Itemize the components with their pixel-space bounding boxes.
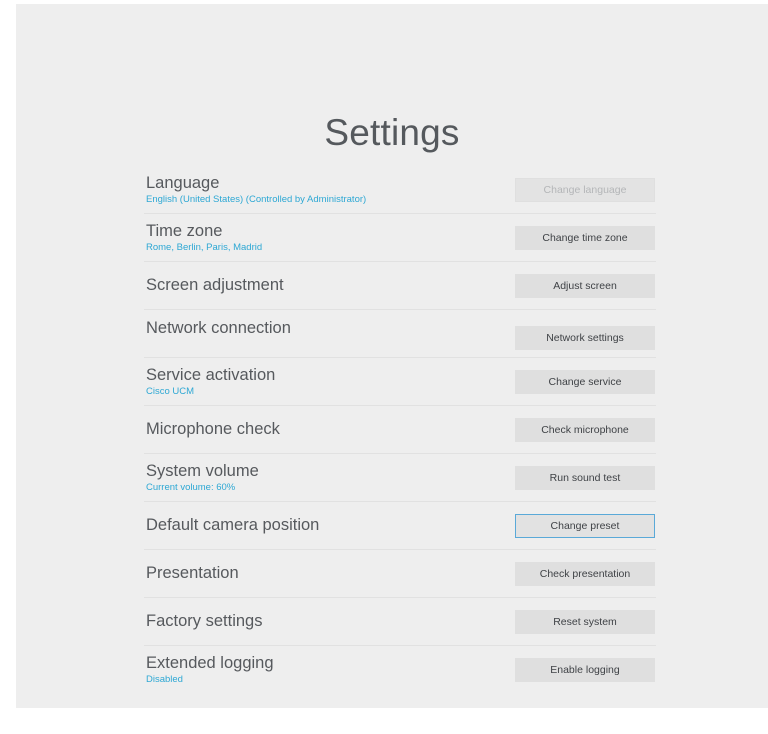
setting-label: Factory settings	[146, 612, 263, 630]
setting-label: Microphone check	[146, 420, 280, 438]
check-microphone-button[interactable]: Check microphone	[515, 417, 655, 442]
enable-logging-button[interactable]: Enable logging	[515, 658, 655, 682]
setting-row-microphone-check: Microphone check Check microphone	[144, 406, 656, 454]
setting-row-time-zone: Time zone Rome, Berlin, Paris, Madrid Ch…	[144, 214, 656, 262]
setting-value: Rome, Berlin, Paris, Madrid	[146, 241, 263, 253]
setting-label: Default camera position	[146, 516, 320, 534]
setting-label-group: Time zone Rome, Berlin, Paris, Madrid	[146, 214, 262, 261]
setting-value: Cisco UCM	[146, 385, 195, 397]
setting-label: Screen adjustment	[146, 276, 284, 294]
setting-value: English (United States) (Controlled by A…	[146, 193, 367, 205]
setting-row-presentation: Presentation Check presentation	[144, 550, 656, 598]
setting-label-group: Extended logging Disabled	[146, 646, 274, 694]
setting-label-group: Factory settings	[146, 598, 262, 645]
settings-panel: Settings Language English (United States…	[16, 4, 768, 708]
setting-row-factory-settings: Factory settings Reset system	[144, 598, 656, 646]
setting-row-network-connection: Network connection Network settings	[144, 310, 656, 358]
setting-label: Presentation	[146, 564, 239, 582]
setting-label: Extended logging	[146, 654, 274, 672]
setting-label-group: Default camera position	[146, 502, 319, 549]
setting-value: Disabled	[146, 674, 183, 685]
setting-row-service-activation: Service activation Cisco UCM Change serv…	[144, 358, 656, 406]
setting-label-group: Service activation Cisco UCM	[146, 358, 275, 405]
change-time-zone-button[interactable]: Change time zone	[515, 225, 655, 250]
setting-label-group: Language English (United States) (Contro…	[146, 166, 366, 213]
setting-label-group: Screen adjustment	[146, 262, 284, 309]
setting-label-group: Microphone check	[146, 406, 280, 453]
setting-row-default-camera-position: Default camera position Change preset	[144, 502, 656, 550]
setting-row-system-volume: System volume Current volume: 60% Run so…	[144, 454, 656, 502]
setting-label: Language	[146, 173, 220, 192]
setting-label-group: Presentation	[146, 550, 239, 597]
check-presentation-button[interactable]: Check presentation	[515, 561, 655, 586]
setting-label: System volume	[146, 461, 259, 480]
setting-row-screen-adjustment: Screen adjustment Adjust screen	[144, 262, 656, 310]
setting-label: Time zone	[146, 221, 223, 240]
page-title: Settings	[324, 112, 460, 153]
setting-label: Service activation	[146, 365, 276, 384]
change-language-button[interactable]: Change language	[515, 177, 655, 202]
change-service-button[interactable]: Change service	[515, 369, 655, 394]
setting-value: Current volume: 60%	[146, 481, 236, 493]
network-settings-button[interactable]: Network settings	[515, 326, 655, 351]
setting-label-group: Network connection	[146, 310, 291, 357]
setting-row-language: Language English (United States) (Contro…	[144, 166, 656, 214]
settings-list: Language English (United States) (Contro…	[144, 166, 656, 694]
run-sound-test-button[interactable]: Run sound test	[515, 465, 655, 490]
adjust-screen-button[interactable]: Adjust screen	[515, 273, 655, 298]
setting-label-group: System volume Current volume: 60%	[146, 454, 259, 501]
reset-system-button[interactable]: Reset system	[515, 609, 655, 634]
setting-row-extended-logging: Extended logging Disabled Enable logging	[144, 646, 656, 694]
change-preset-button[interactable]: Change preset	[515, 513, 655, 538]
setting-label: Network connection	[146, 319, 291, 337]
